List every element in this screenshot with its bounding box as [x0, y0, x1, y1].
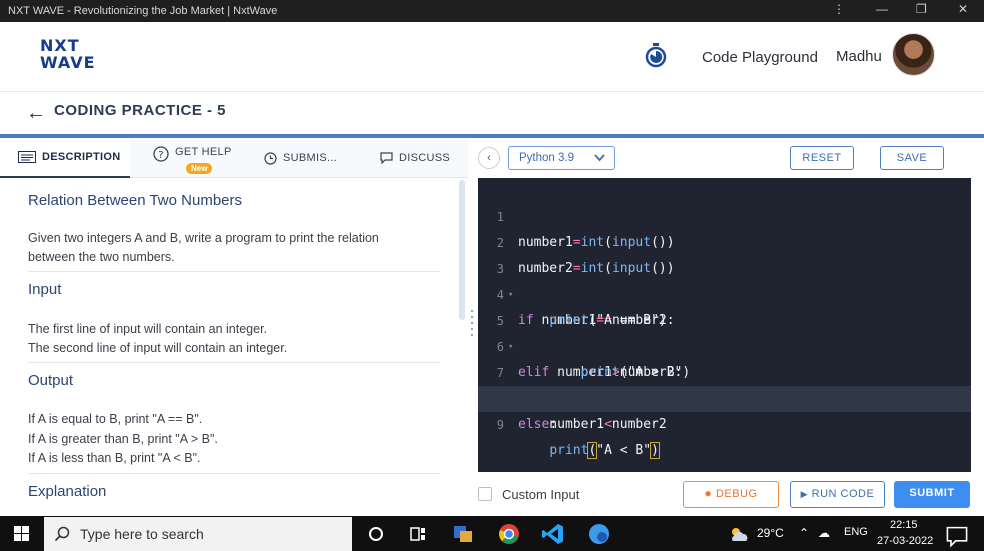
code-line[interactable]: 7 ▾ else:	[478, 334, 971, 432]
logo-line-1: NXT	[40, 36, 80, 55]
tab-description-label: DESCRIPTION	[42, 151, 121, 163]
weather-icon[interactable]	[727, 522, 751, 546]
chat-icon	[380, 152, 393, 164]
onedrive-icon[interactable]: ☁	[818, 526, 830, 540]
line-number: 9	[496, 418, 504, 432]
tab-discuss-label: DISCUSS	[399, 152, 450, 164]
weather-temp[interactable]: 29°C	[757, 526, 784, 540]
task-view-icon[interactable]	[406, 522, 430, 546]
code-text: number1<number2	[518, 417, 667, 432]
nxtwave-logo[interactable]: NXT WAVE	[40, 38, 96, 71]
debug-button[interactable]: ✹ DEBUG	[683, 481, 779, 508]
divider	[28, 362, 440, 363]
divider	[28, 473, 440, 474]
logo-line-2: WAVE	[40, 53, 96, 72]
app-header: NXT WAVE Code Playground Madhu	[0, 22, 984, 92]
search-placeholder: Type here to search	[80, 526, 204, 542]
divider	[28, 271, 440, 272]
vscode-icon[interactable]	[541, 522, 565, 546]
chevron-down-icon	[594, 154, 605, 162]
collapse-panel-button[interactable]: ‹	[478, 147, 500, 169]
windows-start-icon[interactable]	[14, 526, 29, 541]
tab-discuss[interactable]: DISCUSS	[380, 138, 460, 178]
user-name[interactable]: Madhu	[836, 48, 882, 65]
cortana-icon[interactable]	[364, 522, 388, 546]
description-panel: Relation Between Two Numbers Given two i…	[0, 178, 460, 514]
input-heading: Input	[28, 281, 62, 298]
question-icon: ?	[153, 146, 169, 162]
output-line-1: If A is equal to B, print "A == B".	[28, 412, 203, 426]
taskbar-search-input[interactable]: Type here to search	[44, 517, 352, 551]
problem-tabs: DESCRIPTION ? GET HELP SUBMIS... DISCUSS	[0, 138, 468, 178]
tab-description[interactable]: DESCRIPTION	[0, 138, 130, 178]
problem-title: Relation Between Two Numbers	[28, 192, 242, 209]
notifications-icon[interactable]	[945, 524, 969, 548]
chevron-left-icon: ‹	[487, 152, 491, 164]
language-value: Python 3.9	[519, 152, 574, 164]
run-code-label: RUN CODE	[811, 488, 875, 500]
run-code-button[interactable]: ▶ RUN CODE	[790, 481, 885, 508]
code-editor[interactable]: 1 number1=int(input()) 2 number2=int(inp…	[478, 178, 971, 472]
bug-icon: ✹	[704, 489, 713, 499]
output-heading: Output	[28, 372, 74, 389]
show-hidden-icons-icon[interactable]: ⌃	[799, 526, 809, 540]
output-line-3: If A is less than B, print "A < B".	[28, 451, 201, 465]
clock-icon	[264, 151, 277, 165]
tab-get-help-label: GET HELP	[175, 146, 232, 158]
new-badge: New	[186, 163, 213, 174]
search-icon	[54, 526, 70, 542]
code-line[interactable]: 1 number1=int(input())	[478, 178, 971, 250]
minimize-icon[interactable]: —	[876, 2, 888, 16]
code-playground-link[interactable]: Code Playground	[702, 49, 818, 66]
window-menu-icon[interactable]: ⋮	[833, 2, 845, 16]
code-line[interactable]: 8 number1<number2	[478, 360, 971, 432]
tab-submissions-label: SUBMIS...	[283, 152, 338, 164]
chrome-icon[interactable]	[497, 522, 521, 546]
play-icon: ▶	[800, 489, 809, 499]
explanation-heading: Explanation	[28, 483, 107, 500]
panel-resize-handle[interactable]	[470, 308, 474, 338]
stopwatch-icon[interactable]	[645, 42, 667, 68]
code-text: print("A < B")	[549, 442, 660, 459]
submit-button[interactable]: SUBMIT	[894, 481, 970, 508]
input-line-1: The first line of input will contain an …	[28, 322, 268, 336]
description-scrollbar[interactable]	[459, 180, 465, 320]
code-line[interactable]: 6 print("A > B")	[478, 308, 971, 380]
avatar[interactable]	[892, 33, 935, 76]
code-line[interactable]: 5 ▾ elif number1>number2:	[478, 282, 971, 380]
code-line-active[interactable]: 9 print("A < B")	[478, 386, 971, 459]
restore-icon[interactable]: ❐	[916, 2, 927, 16]
intro-line-2: between the two numbers.	[28, 250, 175, 264]
intro-line-1: Given two integers A and B, write a prog…	[28, 231, 379, 245]
edge-icon[interactable]	[587, 522, 611, 546]
code-line[interactable]: 2 number2=int(input())	[478, 204, 971, 276]
input-language[interactable]: ENG	[844, 526, 868, 538]
output-line-2: If A is greater than B, print "A > B".	[28, 432, 218, 446]
list-icon	[18, 151, 36, 163]
tab-submissions[interactable]: SUBMIS...	[264, 138, 354, 178]
close-icon[interactable]: ✕	[958, 2, 968, 16]
code-line[interactable]: 3 ▾ if number1==number2:	[478, 230, 971, 328]
custom-input-label[interactable]: Custom Input	[502, 487, 579, 502]
back-arrow-icon[interactable]: ←	[26, 102, 46, 125]
photos-app-icon[interactable]	[451, 522, 475, 546]
window-title: NXT WAVE - Revolutionizing the Job Marke…	[8, 5, 278, 17]
page-header: ← CODING PRACTICE - 5	[0, 92, 984, 134]
page-title: CODING PRACTICE - 5	[54, 102, 227, 119]
svg-text:?: ?	[158, 150, 164, 161]
reset-button[interactable]: RESET	[790, 146, 854, 170]
clock-time[interactable]: 22:15	[890, 519, 918, 531]
code-line[interactable]: 4 print("A == B")	[478, 256, 971, 328]
window-titlebar: NXT WAVE - Revolutionizing the Job Marke…	[0, 0, 984, 22]
language-select[interactable]: Python 3.9	[508, 146, 615, 170]
debug-label: DEBUG	[715, 488, 758, 500]
input-line-2: The second line of input will contain an…	[28, 341, 288, 355]
clock-date[interactable]: 27-03-2022	[877, 535, 933, 547]
save-button[interactable]: SAVE	[880, 146, 944, 170]
custom-input-checkbox[interactable]	[478, 487, 492, 501]
